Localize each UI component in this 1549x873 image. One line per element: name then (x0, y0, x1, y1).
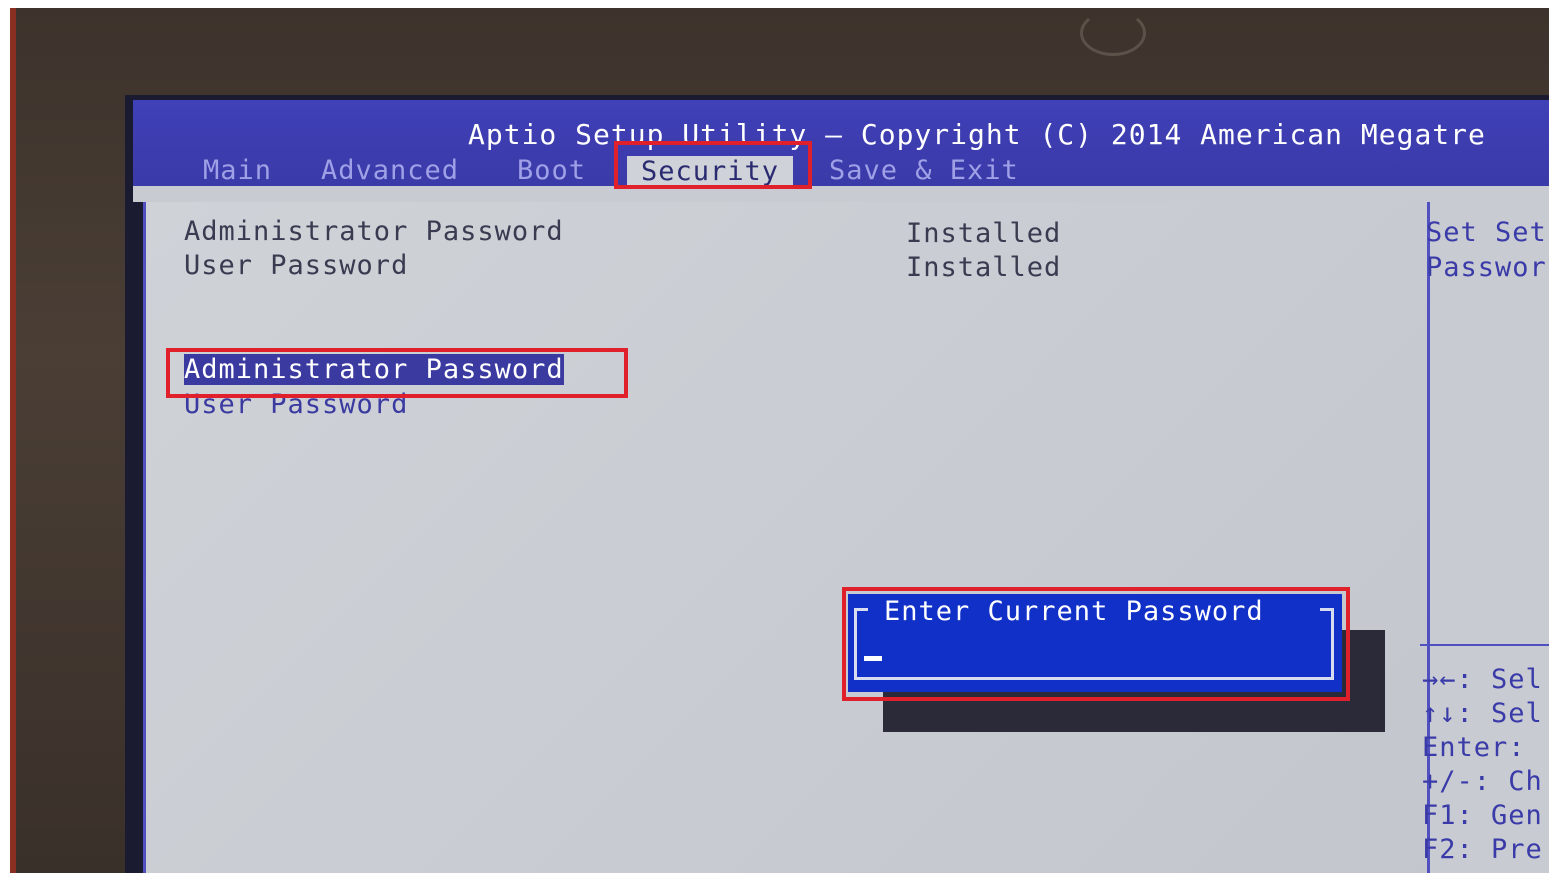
help-text-line-1: Set Set (1426, 217, 1547, 248)
main-settings-panel (143, 202, 1428, 873)
help-text-line-2: Passwor (1426, 252, 1547, 283)
monitor-photo: Aptio Setup Utility – Copyright (C) 2014… (10, 8, 1549, 873)
status-label-admin-password: Administrator Password (184, 216, 564, 247)
tab-bar: Main Advanced Boot Security Save & Exit (133, 152, 1549, 188)
key-hint-enter: Enter: (1422, 732, 1526, 763)
utility-title: Aptio Setup Utility – Copyright (C) 2014… (468, 118, 1486, 151)
tab-security[interactable]: Security (627, 156, 794, 188)
password-input[interactable] (862, 644, 1326, 674)
dialog-title: Enter Current Password (884, 596, 1264, 627)
menu-item-user-password[interactable]: User Password (184, 389, 408, 420)
key-hint-select-item: ↑↓: Sel (1422, 698, 1543, 729)
text-cursor (864, 656, 882, 661)
status-label-user-password: User Password (184, 250, 409, 281)
key-hint-change: +/-: Ch (1422, 766, 1543, 797)
dialog-frame-corner-right (1320, 608, 1334, 611)
dialog-frame-corner-left (854, 608, 868, 611)
tab-main[interactable]: Main (203, 155, 272, 186)
help-separator (1420, 644, 1549, 646)
header-bar: Aptio Setup Utility – Copyright (C) 2014… (133, 100, 1549, 188)
key-hint-select-screen: →←: Sel (1422, 664, 1543, 695)
bezel-edge (10, 8, 16, 873)
menu-item-admin-password[interactable]: Administrator Password (184, 354, 564, 385)
tab-boot[interactable]: Boot (517, 155, 586, 186)
key-hint-f1: F1: Gen (1422, 800, 1543, 831)
tab-save-exit[interactable]: Save & Exit (829, 155, 1019, 186)
key-hint-f2: F2: Pre (1422, 834, 1543, 865)
webcam (1080, 10, 1146, 56)
header-divider (133, 186, 1549, 202)
status-value-user-password: Installed (906, 252, 1062, 283)
tab-advanced[interactable]: Advanced (321, 155, 459, 186)
status-value-admin-password: Installed (906, 218, 1062, 249)
password-dialog: Enter Current Password (848, 594, 1342, 692)
bios-screen: Aptio Setup Utility – Copyright (C) 2014… (125, 95, 1549, 873)
